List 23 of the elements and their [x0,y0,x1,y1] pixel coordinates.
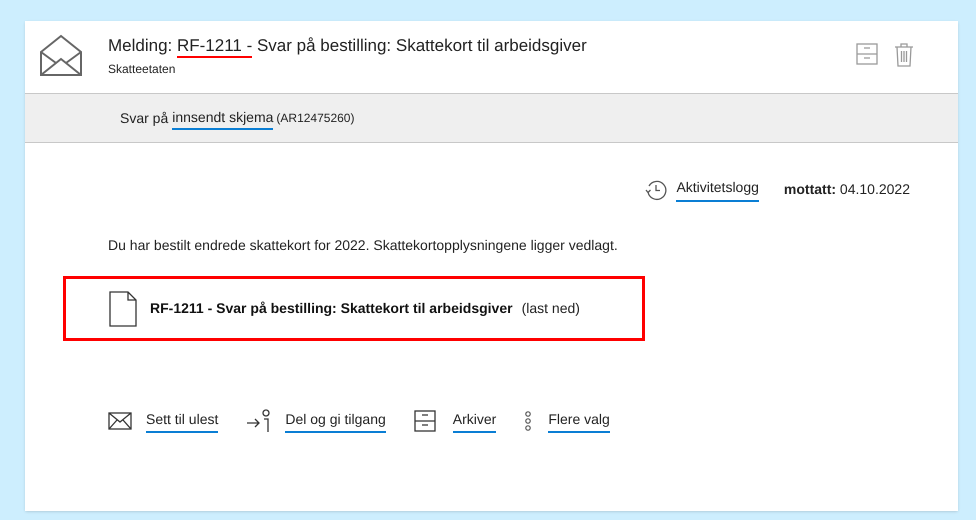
download-link[interactable]: (last ned) [522,298,580,319]
history-icon [645,178,668,200]
action-link[interactable]: Flere valg [548,409,610,433]
form-link[interactable]: innsendt skjema [172,106,274,130]
action-link[interactable]: Arkiver [452,409,496,433]
envelope-open-icon [40,34,82,76]
message-title: Melding: RF-1211 - Svar på bestilling: Skattekort til arbeidsgiver [108,35,587,57]
sender-name: Skatteetaten [108,61,176,78]
action-link[interactable]: Sett til ulest [146,409,218,433]
received-date: mottatt: 04.10.2022 [784,180,910,199]
reference-number: (AR12475260) [276,110,354,127]
document-icon [109,290,137,326]
message-body: Du har bestilt endrede skattekort for 2022. Skattekortopplysningene ligger vedlagt. [108,236,619,255]
activity-log-link[interactable]: Aktivitetslogg [676,177,759,202]
trash-icon[interactable] [894,43,914,67]
archive-icon [414,410,436,432]
person-arrow-icon [246,409,272,433]
archive-icon[interactable] [856,43,878,65]
envelope-icon [108,412,132,430]
attachment-link[interactable]: RF-1211 - Svar på bestilling: Skattekort til arbeidsgiver [150,298,513,319]
reply-label: Svar på [120,108,168,128]
action-link[interactable]: Del og gi tilgang [285,409,386,433]
more-icon [524,411,532,431]
